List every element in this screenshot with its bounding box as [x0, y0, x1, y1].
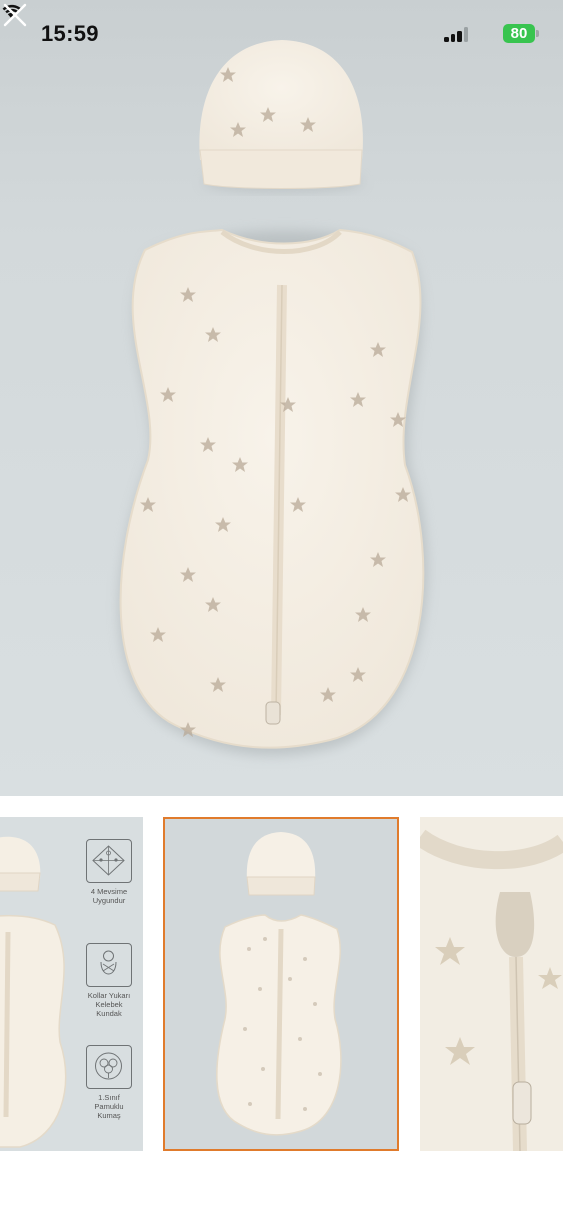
four-seasons-icon: [92, 845, 125, 876]
battery-percent: 80: [510, 25, 528, 42]
feature-swaddle: Kollar Yukarı Kelebek Kundak: [86, 943, 132, 1018]
thumbnail-3[interactable]: [420, 817, 563, 1151]
feature-label: 1.Sınıf Pamuklu Kumaş: [94, 1093, 124, 1120]
battery-icon: 80: [503, 24, 539, 43]
swaddle-and-hat-photo: [119, 40, 428, 756]
close-icon[interactable]: [0, 0, 30, 30]
status-bar: 15:59 80: [0, 0, 563, 70]
cotton-icon: [95, 1052, 122, 1080]
feature-cotton: 1.Sınıf Pamuklu Kumaş: [86, 1045, 132, 1120]
thumbnail-2-image: [216, 832, 342, 1136]
main-product-image[interactable]: 15:59 80: [0, 0, 563, 796]
feature-four-seasons: 4 Mevsime Uygundur: [86, 839, 132, 905]
swaddled-baby-icon: [100, 950, 117, 975]
thumbnail-3-image: [420, 817, 563, 1151]
thumbnail-1[interactable]: 4 Mevsime Uygundur Kollar Yukarı Kelebek…: [0, 817, 143, 1151]
cellular-signal-icon: [444, 27, 470, 42]
feature-label: 4 Mevsime Uygundur: [90, 887, 128, 905]
status-time: 15:59: [41, 21, 99, 46]
thumbnail-strip[interactable]: 4 Mevsime Uygundur Kollar Yukarı Kelebek…: [0, 817, 563, 1151]
feature-label: Kollar Yukarı Kelebek Kundak: [87, 991, 131, 1018]
thumbnail-2-selected[interactable]: [163, 817, 399, 1151]
product-image-viewer: 15:59 80 4 Mevsime Uygundur Kollar Yukar…: [0, 0, 563, 1218]
